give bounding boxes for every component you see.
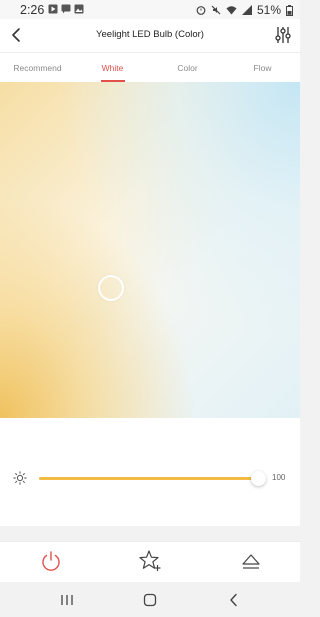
- eject-icon[interactable]: [239, 549, 263, 573]
- tab-white[interactable]: White: [75, 53, 150, 82]
- brightness-slider-fill: [39, 477, 259, 480]
- app-bar: Yeelight LED Bulb (Color): [0, 19, 300, 52]
- tab-bar: Recommend White Color Flow: [0, 52, 300, 82]
- status-bar: 2:26 51%: [0, 0, 300, 19]
- image-notification-icon: [74, 4, 84, 14]
- sliders-icon[interactable]: [275, 26, 291, 44]
- brightness-value: 100: [272, 473, 286, 482]
- bottom-controls: [0, 541, 300, 582]
- media-notification-icon: [48, 4, 58, 14]
- notification-icons: [48, 4, 84, 14]
- power-icon[interactable]: [39, 549, 63, 573]
- alarm-icon: [196, 6, 206, 15]
- mute-icon: [211, 5, 221, 15]
- tab-flow[interactable]: Flow: [225, 53, 300, 82]
- battery-icon: [286, 4, 293, 16]
- brightness-panel: 100: [0, 418, 300, 526]
- temperature-picker-handle[interactable]: [98, 275, 124, 301]
- back-icon[interactable]: [226, 592, 242, 608]
- status-time: 2:26: [20, 3, 45, 17]
- home-icon[interactable]: [142, 592, 158, 608]
- star-plus-icon[interactable]: [138, 549, 162, 573]
- recents-icon[interactable]: [59, 592, 75, 608]
- brightness-slider-thumb[interactable]: [251, 471, 266, 486]
- system-navigation-bar: [0, 582, 300, 617]
- wifi-icon: [226, 6, 237, 15]
- tab-recommend[interactable]: Recommend: [0, 53, 75, 82]
- page-title: Yeelight LED Bulb (Color): [96, 29, 204, 40]
- battery-percent: 51%: [256, 3, 281, 17]
- sun-icon: [13, 471, 27, 485]
- system-status: 51%: [196, 3, 293, 17]
- chat-notification-icon: [61, 4, 71, 14]
- brightness-slider[interactable]: [39, 471, 266, 486]
- color-temperature-picker[interactable]: [0, 82, 300, 418]
- tab-color[interactable]: Color: [150, 53, 225, 82]
- signal-icon: [241, 5, 252, 15]
